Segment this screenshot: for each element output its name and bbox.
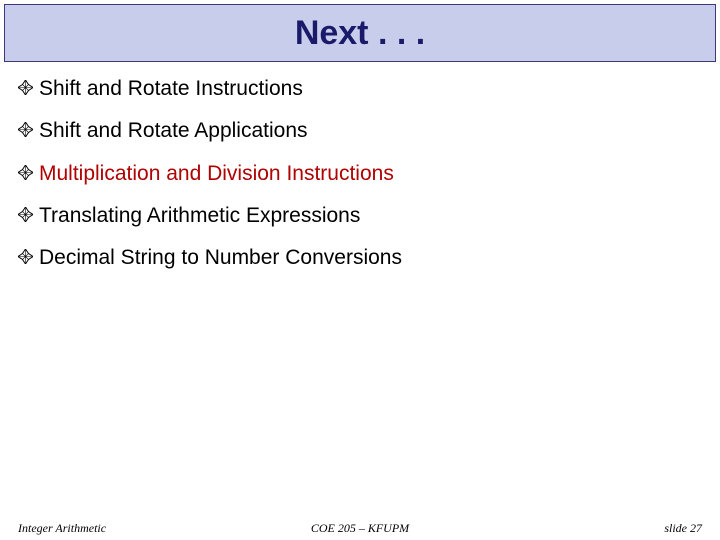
footer-right: slide 27 bbox=[476, 521, 702, 536]
list-item: Multiplication and Division Instructions bbox=[18, 161, 702, 187]
list-item-text: Shift and Rotate Applications bbox=[39, 118, 308, 144]
diamond-bullet-icon bbox=[18, 80, 33, 95]
list-item: Translating Arithmetic Expressions bbox=[18, 203, 702, 229]
list-item: Shift and Rotate Applications bbox=[18, 118, 702, 144]
footer: Integer Arithmetic COE 205 – KFUPM slide… bbox=[0, 521, 720, 536]
diamond-bullet-icon bbox=[18, 249, 33, 264]
list-item-text: Shift and Rotate Instructions bbox=[39, 76, 303, 102]
title-banner: Next . . . bbox=[4, 4, 716, 62]
slide-title: Next . . . bbox=[295, 14, 425, 53]
content-area: Shift and Rotate Instructions Shift and … bbox=[0, 62, 720, 271]
diamond-bullet-icon bbox=[18, 165, 33, 180]
list-item-text: Decimal String to Number Conversions bbox=[39, 245, 402, 271]
footer-left: Integer Arithmetic bbox=[18, 521, 244, 536]
list-item: Shift and Rotate Instructions bbox=[18, 76, 702, 102]
diamond-bullet-icon bbox=[18, 207, 33, 222]
list-item: Decimal String to Number Conversions bbox=[18, 245, 702, 271]
list-item-text: Translating Arithmetic Expressions bbox=[39, 203, 360, 229]
diamond-bullet-icon bbox=[18, 122, 33, 137]
list-item-text: Multiplication and Division Instructions bbox=[39, 161, 394, 187]
footer-center: COE 205 – KFUPM bbox=[244, 521, 477, 536]
